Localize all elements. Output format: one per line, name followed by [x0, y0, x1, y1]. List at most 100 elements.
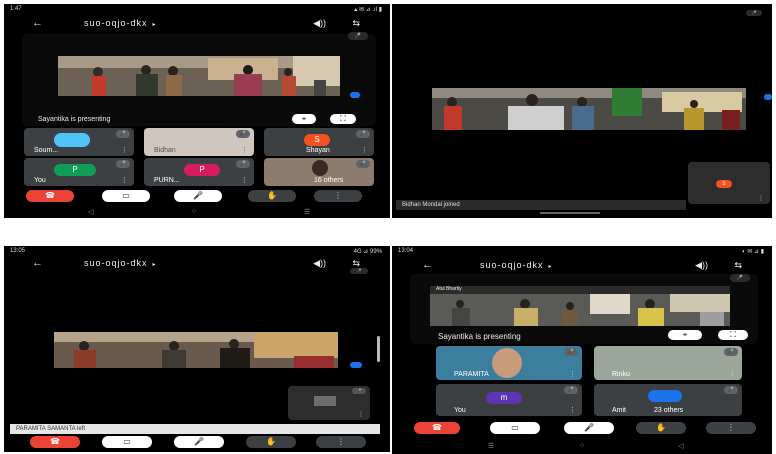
caret-right-icon: ▸ — [548, 264, 553, 270]
more-icon[interactable]: ⋮ — [121, 176, 128, 184]
fullscreen-button[interactable]: ⛶ — [718, 330, 748, 340]
status-icons: ◐ ✉ ⊿ ▮ — [742, 249, 764, 255]
meeting-header: ← suo-oqjo-dkx ▸ ◀)) ⇆ — [4, 16, 390, 32]
back-arrow-icon[interactable]: ← — [422, 259, 433, 271]
raise-hand-button[interactable]: ✋ — [636, 422, 686, 434]
more-icon: ⋮ — [334, 191, 342, 200]
nav-back-icon[interactable]: ◁ — [678, 442, 683, 450]
status-time: 13:05 — [10, 248, 26, 254]
android-nav-bar: ☰ ○ ◁ — [392, 442, 772, 450]
more-icon[interactable]: ⋮ — [121, 146, 128, 154]
mic-off-icon: 🎤 — [564, 386, 578, 394]
shared-caption: Atul Bhartiy — [436, 286, 462, 292]
back-arrow-icon[interactable]: ← — [32, 257, 43, 269]
mic-off-icon: 🎤 — [352, 388, 366, 394]
participant-name: PARAMITA — [454, 371, 489, 378]
more-icon[interactable]: ⋮ — [569, 370, 576, 378]
end-call-button[interactable]: ☎ — [30, 436, 80, 448]
nav-home-icon[interactable]: ○ — [192, 208, 196, 215]
hand-icon: ✋ — [267, 191, 277, 200]
participant-tile[interactable]: 🎤 PARAMITA ⋮ — [436, 346, 582, 380]
participant-tile[interactable]: 🎤 S Shayan ⋮ — [264, 128, 374, 156]
end-call-button[interactable]: ☎ — [26, 190, 74, 202]
camera-toggle-button[interactable]: ▭ — [102, 436, 152, 448]
end-call-icon: ☎ — [45, 191, 55, 200]
speaker-icon[interactable]: ◀)) — [313, 18, 326, 29]
speaker-icon[interactable]: ◀)) — [313, 258, 326, 269]
pin-icon: ⌖ — [301, 114, 307, 123]
more-icon[interactable]: ⋮ — [758, 195, 764, 202]
pin-button[interactable]: ⌖ — [292, 114, 316, 124]
participant-tile[interactable]: 🎤 16 others — [264, 158, 374, 186]
nav-recent-icon[interactable]: ☰ — [304, 208, 310, 216]
camera-off-icon: ▭ — [511, 423, 519, 432]
shared-screen-video — [432, 88, 746, 130]
participant-name: Shayan — [306, 147, 330, 154]
meeting-code-label: suo-oqjo-dkx — [480, 260, 544, 270]
more-options-button[interactable]: ⋮ — [314, 190, 362, 202]
avatar — [54, 133, 90, 147]
participant-tile[interactable]: 🎤 Rinku ⋮ — [594, 346, 742, 380]
more-icon[interactable]: ⋮ — [241, 146, 248, 154]
end-call-icon: ☎ — [432, 423, 442, 432]
status-bar: 13:05 4G ⊿ 99% — [4, 246, 390, 256]
gesture-bar — [540, 212, 600, 214]
avatar — [648, 390, 682, 402]
mic-off-icon: 🎤 — [724, 386, 738, 394]
end-call-icon: ☎ — [50, 437, 60, 446]
status-icons: 4G ⊿ 99% — [353, 249, 382, 255]
mic-off-icon: 🎤 — [193, 191, 203, 200]
more-icon[interactable]: ⋮ — [241, 176, 248, 184]
meeting-code[interactable]: suo-oqjo-dkx ▸ — [84, 258, 157, 268]
avatar: S — [304, 134, 330, 146]
mic-off-icon: 🎤 — [116, 130, 130, 138]
pin-button[interactable]: ⌖ — [668, 330, 702, 340]
speaker-icon[interactable]: ◀)) — [695, 260, 708, 271]
avatar — [492, 348, 522, 378]
participant-name: You — [34, 177, 46, 184]
switch-camera-icon[interactable]: ⇆ — [352, 18, 360, 29]
camera-toggle-button[interactable]: ▭ — [102, 190, 150, 202]
more-icon[interactable]: ⋮ — [729, 370, 736, 378]
camera-off-icon: ▭ — [122, 191, 130, 200]
participant-tile[interactable]: 🎤 Bidhan ⋮ — [144, 128, 254, 156]
camera-toggle-button[interactable]: ▭ — [490, 422, 540, 434]
participant-tile[interactable]: 🎤 m You ⋮ — [436, 384, 582, 416]
back-arrow-icon[interactable]: ← — [32, 17, 43, 29]
fullscreen-button[interactable]: ⛶ — [330, 114, 356, 124]
more-options-button[interactable]: ⋮ — [316, 436, 366, 448]
nav-home-icon[interactable]: ○ — [580, 442, 584, 449]
mic-toggle-button[interactable]: 🎤 — [174, 436, 224, 448]
scrollbar[interactable] — [377, 336, 380, 362]
raise-hand-button[interactable]: ✋ — [248, 190, 296, 202]
participant-name: Amit — [612, 407, 626, 414]
mic-off-icon: 🎤 — [116, 160, 130, 168]
shared-screen-video — [430, 286, 730, 326]
nav-recent-icon[interactable]: ☰ — [488, 442, 494, 450]
participant-tile[interactable]: 🎤 P PURN... ⋮ — [144, 158, 254, 186]
self-view[interactable]: S ⋮ — [688, 162, 770, 204]
more-icon[interactable]: ⋮ — [361, 146, 368, 154]
self-view[interactable]: 🎤 ⋮ — [288, 386, 370, 420]
mic-toggle-button[interactable]: 🎤 — [174, 190, 222, 202]
more-icon[interactable]: ⋮ — [569, 406, 576, 414]
meeting-header: ← suo-oqjo-dkx ▸ ◀)) ⇆ — [392, 258, 772, 274]
meeting-code[interactable]: suo-oqjo-dkx ▸ — [480, 260, 553, 270]
live-badge — [350, 362, 362, 368]
status-bar: 1:47 ▴ ✉ ⊿ .ıl ▮ — [4, 4, 390, 14]
meeting-code[interactable]: suo-oqjo-dkx ▸ — [84, 18, 157, 28]
more-options-button[interactable]: ⋮ — [706, 422, 756, 434]
nav-back-icon[interactable]: ◁ — [88, 208, 93, 216]
participant-tile[interactable]: 🎤 Amit 23 others — [594, 384, 742, 416]
raise-hand-button[interactable]: ✋ — [246, 436, 296, 448]
more-icon[interactable]: ⋮ — [358, 411, 364, 418]
mic-toggle-button[interactable]: 🎤 — [564, 422, 614, 434]
status-time: 1:47 — [10, 6, 22, 12]
mic-off-icon: 🎤 — [746, 10, 762, 16]
others-count: 23 others — [654, 407, 684, 414]
participant-tile[interactable]: 🎤 P You ⋮ — [24, 158, 134, 186]
hand-icon: ✋ — [656, 423, 666, 432]
switch-camera-icon[interactable]: ⇆ — [734, 260, 742, 271]
end-call-button[interactable]: ☎ — [414, 422, 460, 434]
participant-tile[interactable]: 🎤 Soum... ⋮ — [24, 128, 134, 156]
